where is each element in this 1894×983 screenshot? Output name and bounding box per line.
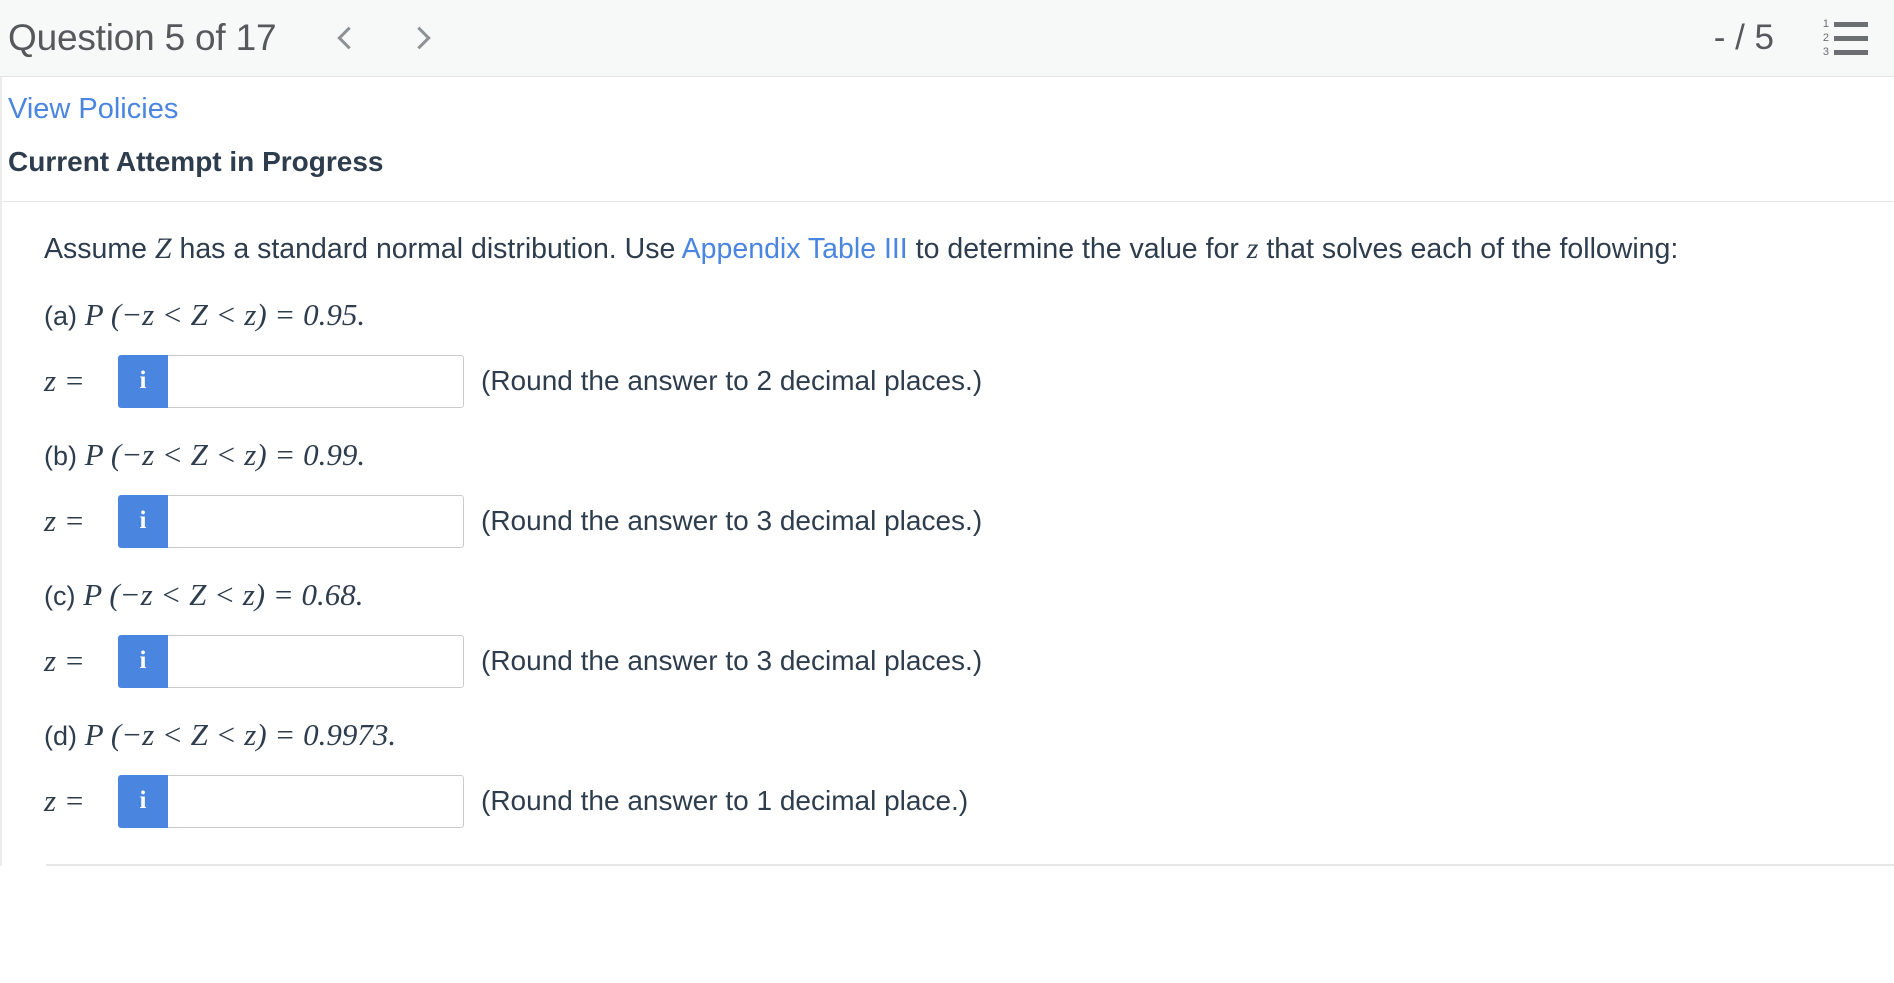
- info-icon-b[interactable]: i: [118, 494, 168, 548]
- answer-input-d[interactable]: [168, 774, 464, 828]
- answer-prefix-d: z =: [44, 783, 85, 819]
- prompt-text-2: has a standard normal distribution. Use: [171, 233, 682, 265]
- prompt-variable-z: z: [1246, 232, 1259, 265]
- answer-input-a[interactable]: [168, 354, 464, 408]
- equation-a-text: P (−z < Z < z) = 0.95.: [84, 296, 366, 332]
- question-part-d: (d) P (−z < Z < z) = 0.9973. z = i (Roun…: [44, 717, 1894, 828]
- answer-input-group-d: i: [118, 774, 464, 828]
- answer-row-d: z = i (Round the answer to 1 decimal pla…: [44, 774, 1894, 828]
- part-label-d: (d): [44, 720, 77, 751]
- list-icon-number-2: 2: [1822, 31, 1829, 44]
- part-label-c: (c): [44, 580, 76, 611]
- rounding-hint-a: (Round the answer to 2 decimal places.): [481, 365, 983, 397]
- score-display: - / 5: [1713, 18, 1774, 57]
- part-label-b: (b): [44, 440, 77, 471]
- question-content: View Policies Current Attempt in Progres…: [0, 77, 1894, 866]
- next-question-icon[interactable]: [408, 21, 434, 55]
- list-icon-number-1: 1: [1822, 17, 1829, 30]
- policies-section: View Policies: [2, 77, 1894, 126]
- answer-input-group-a: i: [118, 354, 464, 408]
- equation-d: (d) P (−z < Z < z) = 0.9973.: [44, 717, 1894, 753]
- list-icon-bar-1: [1834, 21, 1868, 27]
- equation-c-text: P (−z < Z < z) = 0.68.: [83, 576, 364, 612]
- part-label-a: (a): [44, 300, 77, 331]
- question-navigation: [334, 21, 434, 55]
- answer-input-group-b: i: [118, 494, 464, 548]
- equation-a: (a) P (−z < Z < z) = 0.95.: [44, 297, 1894, 333]
- answer-input-c[interactable]: [168, 634, 464, 688]
- info-icon-d[interactable]: i: [118, 774, 168, 828]
- info-icon-a[interactable]: i: [118, 354, 168, 408]
- answer-prefix-c: z =: [44, 643, 85, 679]
- answer-input-group-c: i: [118, 634, 464, 688]
- numbered-list-icon[interactable]: 1 2 3: [1818, 17, 1868, 58]
- rounding-hint-b: (Round the answer to 3 decimal places.): [481, 505, 983, 537]
- equation-b: (b) P (−z < Z < z) = 0.99.: [44, 437, 1894, 473]
- prompt-text-3: to determine the value for: [907, 233, 1247, 265]
- view-policies-link[interactable]: View Policies: [8, 93, 178, 125]
- answer-row-c: z = i (Round the answer to 3 decimal pla…: [44, 634, 1894, 688]
- question-body: Assume Z has a standard normal distribut…: [2, 202, 1894, 828]
- info-icon-c[interactable]: i: [118, 634, 168, 688]
- previous-question-icon[interactable]: [334, 21, 360, 55]
- question-prompt: Assume Z has a standard normal distribut…: [44, 230, 1894, 268]
- equation-d-text: P (−z < Z < z) = 0.9973.: [84, 716, 397, 752]
- equation-b-text: P (−z < Z < z) = 0.99.: [84, 436, 366, 472]
- attempt-status-label: Current Attempt in Progress: [8, 146, 384, 177]
- question-part-c: (c) P (−z < Z < z) = 0.68. z = i (Round …: [44, 577, 1894, 688]
- equation-c: (c) P (−z < Z < z) = 0.68.: [44, 577, 1894, 613]
- answer-row-b: z = i (Round the answer to 3 decimal pla…: [44, 494, 1894, 548]
- prompt-text-4: that solves each of the following:: [1258, 233, 1679, 265]
- list-icon-bar-2: [1834, 35, 1868, 41]
- rounding-hint-c: (Round the answer to 3 decimal places.): [481, 645, 983, 677]
- question-part-b: (b) P (−z < Z < z) = 0.99. z = i (Round …: [44, 437, 1894, 548]
- prompt-variable-Z: Z: [154, 232, 172, 265]
- appendix-table-link[interactable]: Appendix Table III: [682, 233, 908, 265]
- answer-row-a: z = i (Round the answer to 2 decimal pla…: [44, 354, 1894, 408]
- answer-prefix-b: z =: [44, 503, 85, 539]
- question-part-a: (a) P (−z < Z < z) = 0.95. z = i (Round …: [44, 297, 1894, 408]
- prompt-text-1: Assume: [44, 233, 155, 265]
- answer-prefix-a: z =: [44, 363, 85, 399]
- header-right-group: - / 5 1 2 3: [1714, 18, 1868, 58]
- answer-input-b[interactable]: [168, 494, 464, 548]
- list-icon-bar-3: [1834, 49, 1868, 55]
- rounding-hint-d: (Round the answer to 1 decimal place.): [481, 785, 969, 817]
- list-icon-number-3: 3: [1822, 45, 1829, 58]
- question-header: Question 5 of 17 - / 5 1 2 3: [0, 0, 1894, 77]
- bottom-divider: [46, 863, 1894, 866]
- page-title: Question 5 of 17: [8, 17, 277, 58]
